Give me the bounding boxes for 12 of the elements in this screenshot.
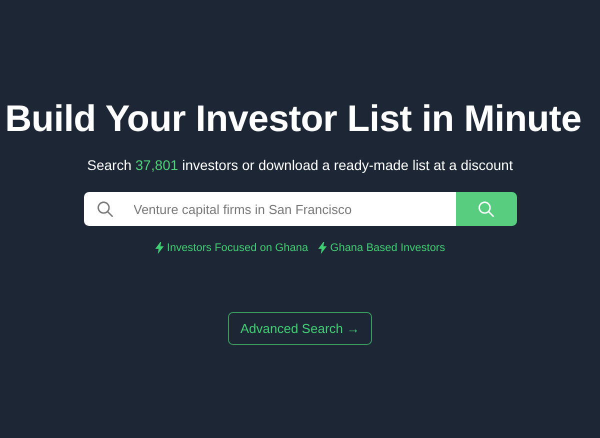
- search-field[interactable]: Venture capital firms in San Francisco: [132, 200, 456, 218]
- search-icon: [477, 200, 495, 218]
- quick-link[interactable]: Ghana Based Investors: [318, 242, 446, 254]
- advanced-search-button[interactable]: Advanced Search →: [228, 312, 372, 345]
- headline: Build Your Investor List in Minute: [5, 97, 582, 141]
- search-icon: [96, 200, 114, 218]
- lightning-icon: [154, 242, 164, 254]
- quick-link[interactable]: Investors Focused on Ghana: [154, 242, 308, 254]
- lightning-icon: [318, 242, 328, 254]
- subtitle: Search 37,801 investors or download a ready-made list at a discount: [87, 157, 513, 173]
- search-button[interactable]: [456, 192, 516, 226]
- search-box[interactable]: Venture capital firms in San Francisco: [84, 192, 456, 226]
